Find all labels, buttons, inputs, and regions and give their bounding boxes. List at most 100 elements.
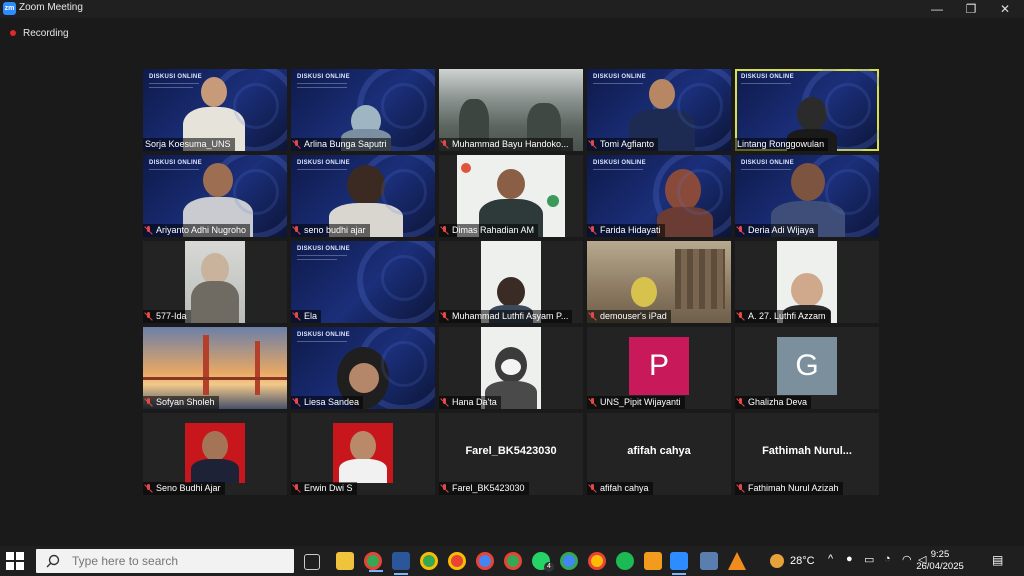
restore-button[interactable]: ❐ [954,0,988,18]
participant-body [191,281,239,323]
system-clock[interactable]: 9:25 26/04/2025 [910,549,970,573]
battery-icon[interactable]: ▭ [864,553,874,566]
zoom-icon[interactable] [670,552,688,575]
participant-head [201,77,227,107]
muted-mic-icon [588,484,597,493]
video-tile[interactable]: DISKUSI ONLINE Liesa Sandea [291,327,435,409]
app-icon[interactable] [644,552,662,570]
minimize-button[interactable]: — [920,0,954,18]
video-tile-active-speaker[interactable]: DISKUSI ONLINE Lintang Ronggowulan [735,69,879,151]
window-titlebar: zm Zoom Meeting — ❐ ✕ [0,0,1024,18]
participant-head [797,97,827,131]
decor-dot [547,195,559,207]
notifications-icon[interactable]: ▤ [992,553,1003,567]
participant-body [191,459,239,483]
close-button[interactable]: ✕ [988,0,1022,18]
microphone-icon[interactable]: ● [846,553,853,565]
windows-start-icon[interactable] [6,552,24,570]
slide-line [297,341,347,342]
video-tile[interactable]: Muhammad Luthfi Asyam P... [439,241,583,323]
chrome-profile-icon[interactable] [448,552,466,570]
slide-title: DISKUSI ONLINE [741,74,794,80]
video-tile[interactable]: Sofyan Sholeh [143,327,287,409]
video-tile[interactable]: DISKUSI ONLINE seno budhi ajar [291,155,435,237]
bookshelf [675,249,725,309]
slide-line [297,169,347,170]
participant-avatar: G [777,337,837,395]
participant-head [497,277,525,307]
participant-name-label: Deria Adi Wijaya [735,224,819,237]
taskbar-search-box[interactable] [36,549,294,573]
task-view-icon[interactable] [304,554,320,570]
video-tile[interactable]: DISKUSI ONLINE Tomi Agfianto [587,69,731,151]
chrome-icon[interactable] [504,552,522,570]
vlc-icon[interactable] [728,552,746,570]
chrome-icon[interactable] [420,552,438,570]
weather-temp[interactable]: 28°C [790,555,815,567]
bridge-deck [143,377,287,380]
muted-mic-icon [292,226,301,235]
participant-name-label: seno budhi ajar [291,224,370,237]
video-tile[interactable]: Muhammad Bayu Handoko... [439,69,583,151]
participant-head [347,165,385,205]
whatsapp-icon[interactable]: 4 [532,552,554,572]
participant-head [631,277,657,307]
video-tile[interactable]: G Ghalizha Deva [735,327,879,409]
video-tile[interactable]: DISKUSI ONLINE Sorja Koesuma_UNS [143,69,287,151]
video-tile[interactable]: 577-Ida [143,241,287,323]
chrome-icon[interactable] [364,552,383,572]
slide-line [149,87,193,88]
participant-avatar: P [629,337,689,395]
bridge-tower [203,335,209,395]
video-tile[interactable]: Farel_BK5423030 Farel_BK5423030 [439,413,583,495]
participant-name-label: Farida Hidayati [587,224,665,237]
participant-name-label: Tomi Agfianto [587,138,659,151]
slide-line [593,169,643,170]
video-tile[interactable]: Erwin Dwi S [291,413,435,495]
clock-date: 26/04/2025 [916,561,964,572]
chrome-icon[interactable] [588,552,606,570]
spotify-icon[interactable] [616,552,634,570]
participant-head [350,431,376,461]
participant-name-label: Dimas Rahadian AM [439,224,539,237]
file-explorer-icon[interactable] [336,552,354,570]
photos-icon[interactable] [700,552,718,570]
network-icon[interactable]: ◔ [884,553,891,565]
video-tile[interactable]: demouser's iPad [587,241,731,323]
video-tile[interactable]: Hana Da'ta [439,327,583,409]
slide-line [149,169,199,170]
video-tile[interactable]: Dimas Rahadian AM [439,155,583,237]
video-tile[interactable]: Fathimah Nurul... Fathimah Nurul Azizah [735,413,879,495]
video-tile[interactable]: Seno Budhi Ajar [143,413,287,495]
video-tile[interactable]: DISKUSI ONLINE Ela [291,241,435,323]
participant-body [657,207,713,237]
video-tile[interactable]: DISKUSI ONLINE Farida Hidayati [587,155,731,237]
video-tile[interactable]: afifah cahya afifah cahya [587,413,731,495]
window-title: Zoom Meeting [19,2,83,13]
search-input[interactable] [70,553,274,569]
whatsapp-badge: 4 [544,562,554,572]
video-tile[interactable]: DISKUSI ONLINE Arlina Bunga Saputri [291,69,435,151]
video-tile[interactable]: P UNS_Pipit Wijayanti [587,327,731,409]
weather-icon[interactable] [770,554,784,568]
word-icon[interactable] [392,552,410,575]
participant-name-label: Erwin Dwi S [291,482,357,495]
participant-head [203,163,233,197]
muted-mic-icon [440,226,449,235]
video-tile[interactable]: A. 27. Luthfi Azzam [735,241,879,323]
participant-name-label: Fathimah Nurul Azizah [735,482,843,495]
slide-line [297,87,347,88]
chrome-icon[interactable] [560,552,578,570]
chevron-up-icon[interactable]: ^ [828,553,833,565]
slide-title: DISKUSI ONLINE [297,246,350,252]
participant-head [497,169,525,199]
chrome-icon[interactable] [476,552,494,570]
recording-indicator[interactable]: Recording [10,26,69,40]
video-tile[interactable]: DISKUSI ONLINE Ariyanto Adhi Nugroho [143,155,287,237]
muted-mic-icon [588,226,597,235]
video-tile[interactable]: DISKUSI ONLINE Deria Adi Wijaya [735,155,879,237]
bridge-tower [255,341,260,395]
participant-head [202,431,228,461]
muted-mic-icon [440,140,449,149]
zoom-app-icon: zm [3,2,16,15]
